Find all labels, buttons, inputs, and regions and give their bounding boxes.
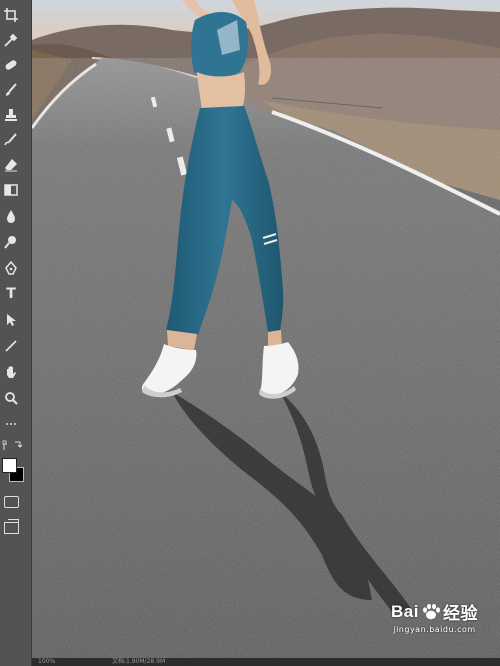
- blur-tool[interactable]: [2, 207, 20, 225]
- crop-icon: [4, 8, 18, 22]
- foreground-color-swatch[interactable]: [2, 458, 17, 473]
- bandage-icon: [5, 60, 17, 70]
- line-tool[interactable]: [2, 337, 20, 355]
- status-bar: 100% 文档:1.90M/28.9M: [32, 658, 500, 666]
- hand-tool[interactable]: [2, 363, 20, 381]
- type-tool[interactable]: T: [2, 285, 20, 303]
- zoom-level[interactable]: 100%: [38, 658, 55, 666]
- history-brush-tool[interactable]: [2, 131, 20, 149]
- history-brush-icon: [4, 133, 17, 146]
- dodge-icon: [4, 236, 16, 249]
- gradient-tool[interactable]: [2, 181, 20, 199]
- hand-icon: [7, 366, 16, 378]
- path-selection-tool[interactable]: [2, 311, 20, 329]
- document-info: 文档:1.90M/28.9M: [112, 658, 166, 665]
- line-icon: [5, 340, 17, 352]
- dodge-tool[interactable]: [2, 233, 20, 251]
- healing-brush-tool[interactable]: [2, 56, 20, 74]
- watermark-url: jingyan.baidu.com: [393, 625, 476, 634]
- magnifier-icon: [5, 392, 18, 405]
- gradient-icon: [4, 184, 18, 196]
- screen-mode-icon[interactable]: [4, 519, 19, 534]
- paw-icon: [423, 603, 440, 619]
- more-dots-icon[interactable]: [2, 420, 20, 428]
- eyedropper-icon: [4, 33, 18, 47]
- quick-mask-icon[interactable]: [4, 496, 19, 508]
- eraser-tool[interactable]: [2, 156, 20, 174]
- droplet-icon: [7, 210, 15, 223]
- pen-tool[interactable]: [2, 259, 20, 277]
- eyedropper-tool[interactable]: [2, 31, 20, 49]
- watermark-brand: Bai: [391, 601, 419, 621]
- eraser-icon: [5, 159, 17, 172]
- arrow-icon: [7, 314, 16, 326]
- tools-panel: T: [0, 0, 32, 666]
- type-icon: T: [6, 286, 16, 302]
- brush-tool[interactable]: [2, 81, 20, 99]
- document-canvas[interactable]: Bai 经验 jingyan.baidu.com: [32, 0, 500, 658]
- watermark-brand-suffix: 经验: [443, 604, 478, 623]
- clone-stamp-tool[interactable]: [2, 106, 20, 124]
- brush-icon: [6, 83, 17, 96]
- watermark: Bai 经验 jingyan.baidu.com: [391, 599, 478, 635]
- pen-icon: [5, 261, 17, 275]
- stamp-icon: [5, 109, 17, 121]
- zoom-tool[interactable]: [2, 389, 20, 407]
- crop-tool[interactable]: [2, 6, 20, 24]
- swap-colors-icon[interactable]: [2, 440, 24, 452]
